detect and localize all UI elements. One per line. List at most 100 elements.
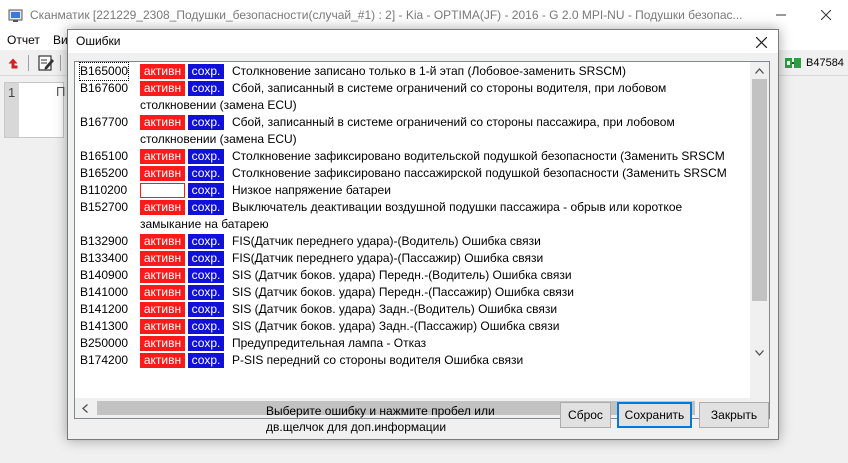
dialog-close-button[interactable] [750, 31, 772, 53]
error-list-rows: B165000 активн сохр. Столкновение записано … [75, 62, 750, 398]
error-code: B133400 [80, 251, 129, 265]
error-description: Сбой, записанный в системе ограничений с… [232, 115, 675, 129]
saved-badge: сохр. [188, 64, 224, 79]
active-badge [140, 183, 185, 198]
edit-document-icon[interactable] [37, 54, 55, 72]
ecu-code: B47584 [806, 57, 844, 69]
error-code: B165100 [80, 149, 129, 163]
errors-dialog: Ошибки B165000 активн сохр. Столкновение за… [67, 29, 779, 440]
error-row[interactable]: B141200 активн сохр. SIS (Датчик боков. уда… [75, 301, 750, 318]
error-row[interactable]: B133400 активн сохр. FIS(Датчик переднего у… [75, 250, 750, 267]
active-badge: активн [140, 81, 185, 96]
active-badge: активн [140, 64, 185, 79]
error-row[interactable]: B140900 активн сохр. SIS (Датчик боков. уда… [75, 267, 750, 284]
error-code: B132900 [80, 234, 129, 248]
error-row[interactable]: B167700 активн сохр. Сбой, записанный в сис… [75, 114, 750, 148]
menu-report[interactable]: Отчет [7, 33, 40, 47]
window-close-button[interactable] [804, 0, 848, 30]
error-code: B174200 [80, 353, 129, 367]
active-badge: активн [140, 234, 185, 249]
error-row[interactable]: B110200 сохр. Низкое напряжение батареи [75, 182, 750, 199]
chevron-left-icon [82, 403, 88, 413]
error-description: FIS(Датчик переднего удара)-(Пассажир) О… [232, 251, 544, 265]
saved-badge: сохр. [188, 268, 224, 283]
error-row[interactable]: B174200 активн сохр. P-SIS передний со стор… [75, 352, 750, 369]
toolbar-separator [60, 55, 61, 71]
editor-text: П [56, 84, 66, 99]
saved-badge: сохр. [188, 285, 224, 300]
error-description-continued: столкновении (замена ECU) [140, 132, 297, 146]
vertical-scroll-thumb[interactable] [752, 79, 767, 301]
error-description: SIS (Датчик боков. удара) Задн.-(Пассажи… [232, 319, 560, 333]
error-row[interactable]: B132900 активн сохр. FIS(Датчик переднего у… [75, 233, 750, 250]
app-icon [8, 9, 23, 22]
active-badge: активн [140, 353, 185, 368]
saved-badge: сохр. [188, 183, 224, 198]
error-row[interactable]: B165100 активн сохр. Столкновение зафиксиро… [75, 148, 750, 165]
error-description: SIS (Датчик боков. удара) Передн.-(Пасса… [232, 285, 574, 299]
error-description: Сбой, записанный в системе ограничений с… [232, 81, 667, 95]
error-row[interactable]: B165200 активн сохр. Столкновение зафиксиро… [75, 165, 750, 182]
error-list[interactable]: B165000 активн сохр. Столкновение записано … [74, 61, 770, 419]
reset-button[interactable]: Сброс [560, 402, 611, 428]
saved-badge: сохр. [188, 336, 224, 351]
minimize-icon [776, 14, 786, 16]
error-code: B152700 [80, 200, 129, 214]
active-badge: активн [140, 319, 185, 334]
error-code: B141000 [80, 285, 129, 299]
scroll-down-button[interactable] [750, 344, 769, 361]
error-description: Предупредительная лампа - Отказ [232, 336, 427, 350]
connection-icon [785, 58, 801, 68]
error-row[interactable]: B165000 активн сохр. Столкновение записано … [75, 62, 750, 81]
error-code: B141200 [80, 302, 129, 316]
error-code: B165200 [80, 166, 129, 180]
saved-badge: сохр. [188, 353, 224, 368]
ecu-status[interactable]: B47584 [784, 54, 844, 72]
scroll-up-button[interactable] [750, 62, 769, 79]
error-code: B250000 [80, 336, 129, 350]
saved-badge: сохр. [188, 149, 224, 164]
error-row[interactable]: B141300 активн сохр. SIS (Датчик боков. уда… [75, 318, 750, 335]
saved-badge: сохр. [188, 251, 224, 266]
hint-line-2: дв.щелчок для доп.информации [266, 420, 447, 434]
error-row[interactable]: B167600 активн сохр. Сбой, записанный в сис… [75, 80, 750, 114]
menu-view[interactable]: Ви [53, 33, 68, 47]
active-badge: активн [140, 302, 185, 317]
arrow-up-icon[interactable] [4, 54, 22, 72]
save-button[interactable]: Сохранить [617, 402, 692, 428]
saved-badge: сохр. [188, 319, 224, 334]
error-description-continued: столкновении (замена ECU) [140, 98, 297, 112]
report-editor[interactable]: 1 [4, 82, 64, 138]
error-code: B140900 [80, 268, 129, 282]
active-badge: активн [140, 149, 185, 164]
scroll-left-button[interactable] [75, 398, 95, 418]
error-description: SIS (Датчик боков. удара) Задн.-(Водител… [232, 302, 558, 316]
active-badge: активн [140, 268, 185, 283]
vertical-scrollbar[interactable] [750, 62, 769, 398]
chevron-up-icon [755, 67, 764, 74]
error-row[interactable]: B250000 активн сохр. Предупредительная ламп… [75, 335, 750, 352]
error-code: B167600 [80, 81, 129, 95]
active-badge: активн [140, 115, 185, 130]
toolbar-separator [28, 55, 29, 71]
error-code: B110200 [80, 183, 128, 197]
active-badge: активн [140, 251, 185, 266]
dialog-title-bar: Ошибки [68, 30, 778, 53]
error-description: Выключатель деактивации воздушной подушк… [232, 200, 683, 214]
active-badge: активн [140, 285, 185, 300]
close-button[interactable]: Закрыть [699, 402, 769, 428]
hint-line-1: Выберите ошибку и нажмите пробел или [266, 404, 495, 418]
dialog-title: Ошибки [76, 34, 121, 48]
error-code: B141300 [80, 319, 129, 333]
hint-text: Выберите ошибку и нажмите пробел или дв.… [266, 403, 546, 435]
line-number: 1 [5, 83, 19, 137]
window-title: Сканматик [221229_2308_Подушки_безопасно… [30, 8, 743, 22]
error-description: P-SIS передний со стороны водителя Ошибк… [232, 353, 524, 367]
saved-badge: сохр. [188, 200, 224, 215]
error-row[interactable]: B141000 активн сохр. SIS (Датчик боков. уда… [75, 284, 750, 301]
minimize-button[interactable] [758, 0, 804, 30]
error-code: B167700 [80, 115, 129, 129]
error-description: Низкое напряжение батареи [232, 183, 391, 197]
error-description: Столкновение записано только в 1-й этап … [232, 64, 627, 78]
error-row[interactable]: B152700 активн сохр. Выключатель деактиваци… [75, 199, 750, 233]
